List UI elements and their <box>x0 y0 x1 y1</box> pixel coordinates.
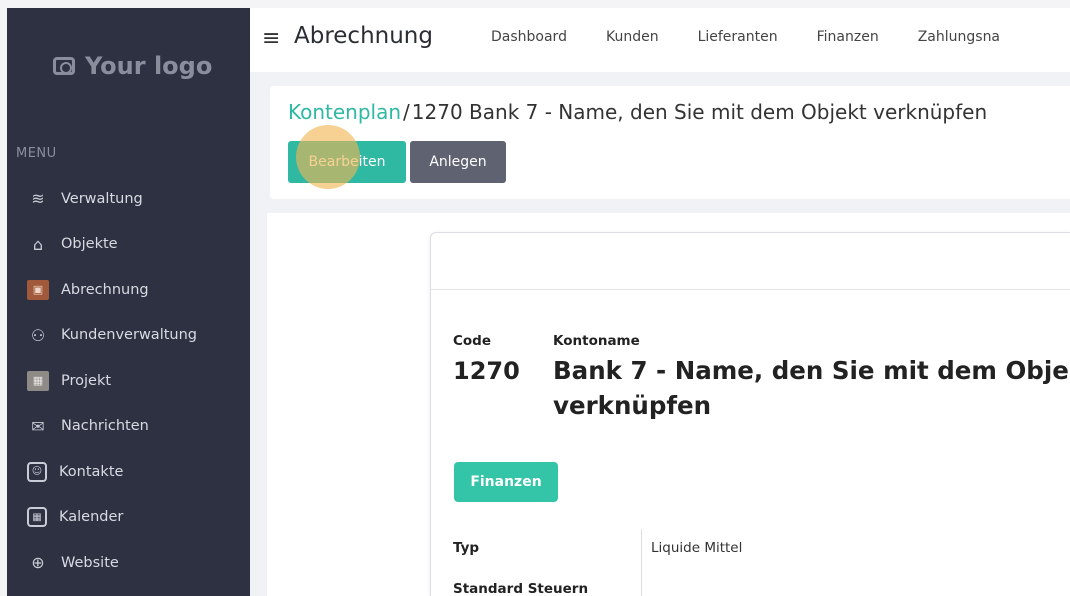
type-value: Liquide Mittel <box>651 540 743 556</box>
sidebar-item-label: Website <box>61 554 119 571</box>
sidebar-item-objekte[interactable]: ⌂ Objekte <box>7 222 250 268</box>
sidebar-item-label: Objekte <box>61 236 118 253</box>
account-code: 1270 <box>453 357 520 385</box>
account-detail-card: Code 1270 Kontoname Bank 7 - Name, den S… <box>430 232 1070 596</box>
sidebar-item-label: Kontakte <box>59 463 124 480</box>
top-nav-dashboard[interactable]: Dashboard <box>491 29 567 45</box>
breadcrumb-current: 1270 Bank 7 - Name, den Sie mit dem Obje… <box>411 100 988 124</box>
hamburger-menu-icon[interactable]: ≡ <box>262 26 280 51</box>
sidebar-item-label: Kundenverwaltung <box>61 327 197 344</box>
sidebar-item-kontakte[interactable]: ☺ Kontakte <box>7 449 250 495</box>
breadcrumb-separator: / <box>403 100 410 124</box>
default-tax-label: Standard Steuern <box>453 581 589 596</box>
code-label: Code <box>453 333 492 349</box>
sidebar-item-abrechnung[interactable]: ▣ Abrechnung <box>7 267 250 313</box>
sidebar-item-label: Abrechnung <box>61 281 149 298</box>
top-header: ≡ Abrechnung Dashboard Kunden Lieferante… <box>250 8 1070 72</box>
create-button[interactable]: Anlegen <box>410 141 506 183</box>
database-icon: ≋ <box>31 189 45 209</box>
top-nav: Dashboard Kunden Lieferanten Finanzen Za… <box>491 29 1000 45</box>
top-nav-lieferanten[interactable]: Lieferanten <box>698 29 778 45</box>
breadcrumb-parent-link[interactable]: Kontenplan <box>288 100 401 124</box>
app-title: Abrechnung <box>294 23 433 49</box>
card-divider <box>431 289 1070 290</box>
sidebar-item-nachrichten[interactable]: ✉ Nachrichten <box>7 404 250 450</box>
sidebar-item-kundenverwaltung[interactable]: ⚇ Kundenverwaltung <box>7 313 250 359</box>
contact-card-icon: ☺ <box>27 461 47 482</box>
top-nav-zahlungen[interactable]: Zahlungsna <box>918 29 1000 45</box>
camera-icon <box>53 57 75 75</box>
category-tag[interactable]: Finanzen <box>454 462 558 502</box>
menu-heading: MENU <box>16 146 57 161</box>
sidebar: Your logo MENU ≋ Verwaltung ⌂ Objekte ▣ … <box>7 8 250 596</box>
sidebar-item-website[interactable]: ⊕ Website <box>7 540 250 586</box>
top-nav-kunden[interactable]: Kunden <box>606 29 659 45</box>
top-margin <box>0 0 1070 8</box>
invoice-icon: ▣ <box>27 279 49 300</box>
sidebar-item-label: Projekt <box>61 372 112 389</box>
globe-icon: ⊕ <box>31 553 45 573</box>
click-highlight <box>296 125 360 189</box>
breadcrumb: Kontenplan/1270 Bank 7 - Name, den Sie m… <box>288 100 987 124</box>
calendar-icon: ▦ <box>27 507 47 528</box>
envelope-icon: ✉ <box>31 416 45 436</box>
type-label: Typ <box>453 540 480 556</box>
project-icon: ▦ <box>27 370 49 391</box>
sidebar-item-projekt[interactable]: ▦ Projekt <box>7 358 250 404</box>
field-separator <box>641 529 642 596</box>
sidebar-item-verwaltung[interactable]: ≋ Verwaltung <box>7 176 250 222</box>
sidebar-item-label: Kalender <box>59 509 124 526</box>
logo[interactable]: Your logo <box>53 52 212 80</box>
home-icon: ⌂ <box>32 234 44 254</box>
handshake-icon: ⚇ <box>30 325 46 345</box>
sidebar-item-kalender[interactable]: ▦ Kalender <box>7 495 250 541</box>
logo-text: Your logo <box>85 52 213 80</box>
left-margin <box>0 0 7 596</box>
top-nav-finanzen[interactable]: Finanzen <box>817 29 879 45</box>
sidebar-nav: ≋ Verwaltung ⌂ Objekte ▣ Abrechnung ⚇ Ku… <box>7 176 250 586</box>
sidebar-item-label: Nachrichten <box>61 418 149 435</box>
account-name: Bank 7 - Name, den Sie mit dem Objekt ve… <box>553 356 1070 420</box>
sidebar-item-label: Verwaltung <box>61 190 143 207</box>
page-header-card: Kontenplan/1270 Bank 7 - Name, den Sie m… <box>270 86 1070 199</box>
account-name-label: Kontoname <box>553 333 640 349</box>
app-window: Your logo MENU ≋ Verwaltung ⌂ Objekte ▣ … <box>0 0 1070 596</box>
